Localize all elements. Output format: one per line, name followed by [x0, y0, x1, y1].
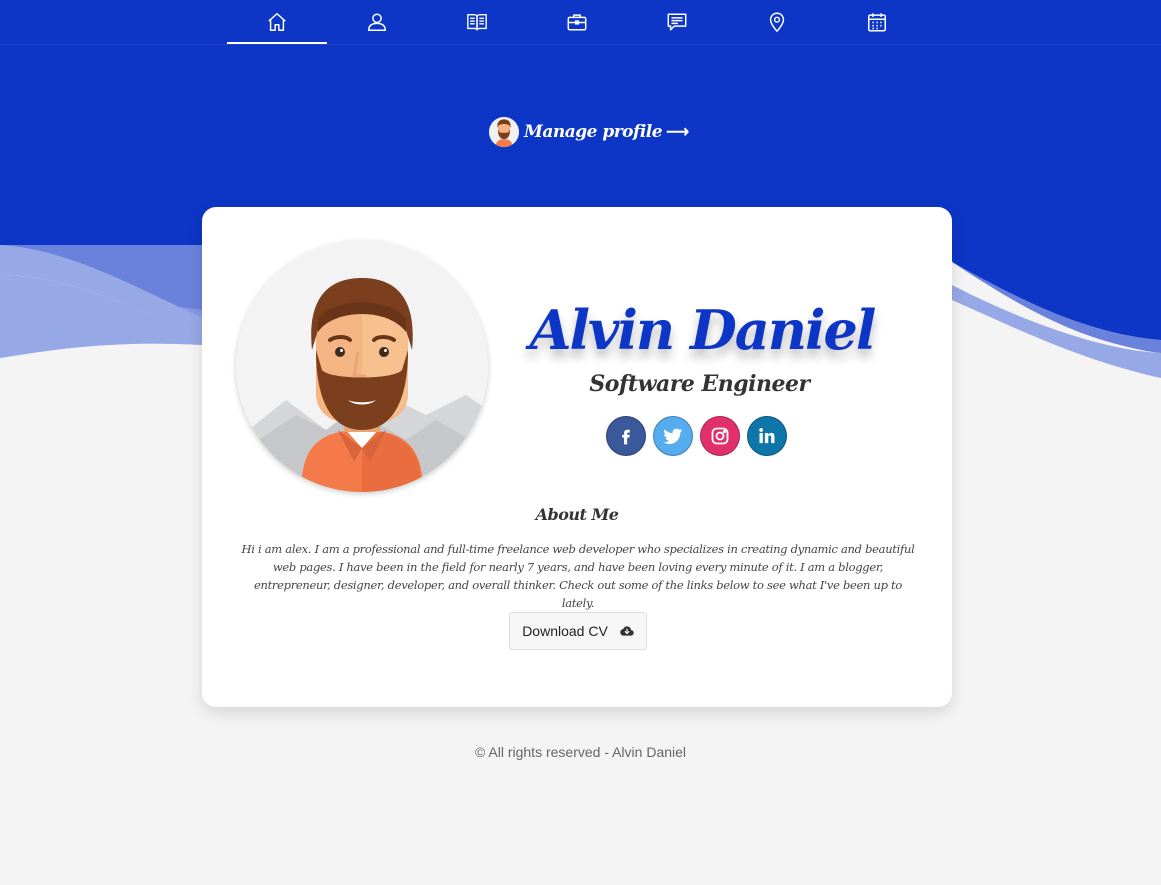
nav-calendar[interactable] — [827, 0, 927, 44]
linkedin-icon — [759, 428, 775, 444]
cloud-download-icon — [620, 626, 634, 636]
manage-profile-link[interactable]: Manage profile ⟶ — [489, 116, 689, 148]
avatar-small — [489, 117, 519, 147]
avatar — [236, 240, 488, 492]
manage-profile-label: Manage profile — [524, 122, 663, 142]
facebook-link[interactable] — [606, 416, 646, 456]
twitter-link[interactable] — [653, 416, 693, 456]
twitter-icon — [663, 428, 683, 444]
download-cv-button[interactable]: Download CV — [509, 612, 647, 650]
nav-profile[interactable] — [327, 0, 427, 44]
profile-name: Alvin Daniel — [529, 298, 877, 362]
top-nav — [0, 0, 1161, 44]
user-icon — [368, 13, 386, 31]
location-pin-icon — [769, 12, 785, 33]
nav-location[interactable] — [727, 0, 827, 44]
nav-home[interactable] — [227, 0, 327, 44]
calendar-icon — [868, 13, 886, 32]
linkedin-link[interactable] — [747, 416, 787, 456]
home-icon — [268, 13, 286, 31]
about-text: Hi i am alex. I am a professional and fu… — [241, 542, 915, 610]
profile-title: Software Engineer — [589, 371, 810, 397]
instagram-icon — [711, 427, 729, 445]
briefcase-icon — [567, 14, 587, 31]
book-icon — [467, 13, 487, 31]
arrow-right-icon: ⟶ — [666, 124, 689, 141]
profile-card: Alvin Daniel Software Engineer About Me … — [202, 207, 952, 707]
instagram-link[interactable] — [700, 416, 740, 456]
nav-portfolio[interactable] — [527, 0, 627, 44]
facebook-icon — [622, 429, 630, 445]
download-cv-label: Download CV — [522, 623, 608, 639]
footer-text: © All rights reserved - Alvin Daniel — [474, 744, 687, 760]
nav-messages[interactable] — [627, 0, 727, 44]
nav-resume[interactable] — [427, 0, 527, 44]
about-heading: About Me — [535, 505, 619, 524]
message-icon — [667, 13, 687, 31]
